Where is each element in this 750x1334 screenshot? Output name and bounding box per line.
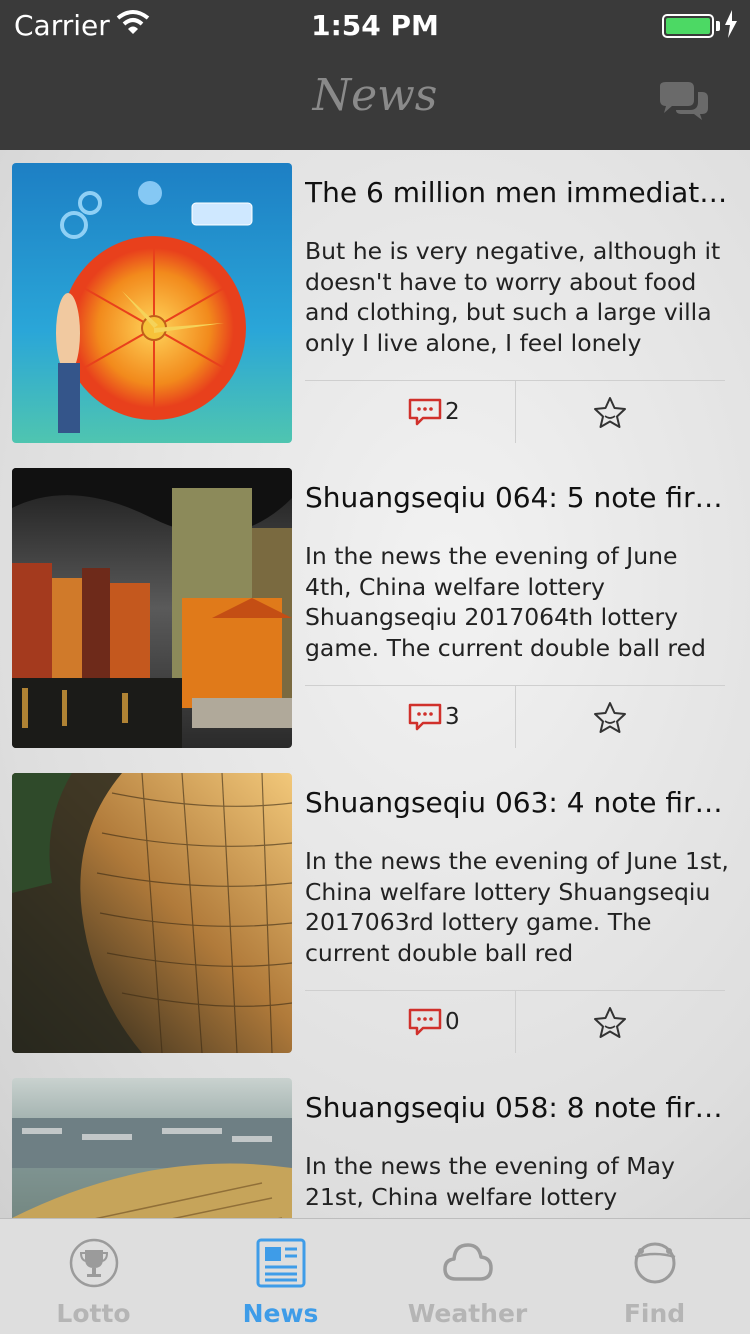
news-actions: 2 xyxy=(305,380,725,443)
news-item[interactable]: The 6 million men immediately But he is … xyxy=(0,150,750,455)
page-title: News xyxy=(312,70,438,121)
comment-count: 3 xyxy=(445,704,460,730)
top-bar: Carrier 1:54 PM News xyxy=(0,0,750,150)
tab-label: Lotto xyxy=(56,1299,131,1328)
star-icon[interactable] xyxy=(591,1005,629,1041)
news-title[interactable]: Shuangseqiu 058: 8 note first prize xyxy=(305,1091,730,1124)
status-bar: Carrier 1:54 PM xyxy=(0,0,750,50)
charging-icon xyxy=(725,10,737,38)
action-divider xyxy=(515,991,516,1053)
news-item[interactable]: Shuangseqiu 058: 8 note first prize In t… xyxy=(0,1065,750,1218)
river-town-image xyxy=(12,468,292,748)
comment-count: 2 xyxy=(445,399,460,425)
tab-lotto[interactable]: Lotto xyxy=(0,1219,187,1334)
action-divider xyxy=(515,686,516,748)
comment-button[interactable]: 3 xyxy=(407,702,460,732)
newspaper-icon xyxy=(256,1238,306,1288)
news-thumbnail[interactable] xyxy=(12,773,292,1053)
news-thumbnail[interactable] xyxy=(12,468,292,748)
tab-label: Weather xyxy=(407,1299,528,1328)
tab-news[interactable]: News xyxy=(187,1219,374,1334)
news-item[interactable]: Shuangseqiu 064: 5 note first prize In t… xyxy=(0,455,750,760)
comment-icon xyxy=(408,398,442,426)
news-list[interactable]: The 6 million men immediately But he is … xyxy=(0,150,750,1218)
news-thumbnail[interactable] xyxy=(12,1078,292,1218)
comment-icon xyxy=(408,1008,442,1036)
star-icon[interactable] xyxy=(591,395,629,431)
chat-bubbles-icon[interactable] xyxy=(656,80,712,122)
news-item[interactable]: Shuangseqiu 063: 4 note first prize In t… xyxy=(0,760,750,1065)
golden-tiles-image xyxy=(12,773,292,1053)
news-description: But he is very negative, although it doe… xyxy=(305,237,721,357)
news-description: In the news the evening of June 1st, Chi… xyxy=(305,847,729,967)
news-title[interactable]: The 6 million men immediately xyxy=(305,176,730,209)
news-title[interactable]: Shuangseqiu 064: 5 note first prize xyxy=(305,481,730,514)
comment-icon xyxy=(408,703,442,731)
news-description: In the news the evening of May 21st, Chi… xyxy=(305,1152,675,1211)
tab-bar: Lotto News Weather Find xyxy=(0,1218,750,1334)
planet-icon xyxy=(634,1242,676,1284)
news-actions: 3 xyxy=(305,685,725,748)
stadium-aerial-image xyxy=(12,1078,292,1218)
status-time: 1:54 PM xyxy=(311,9,439,42)
cloud-icon xyxy=(443,1243,493,1281)
news-actions: 0 xyxy=(305,990,725,1053)
news-thumbnail[interactable] xyxy=(12,163,292,443)
tab-label: News xyxy=(242,1299,319,1328)
star-icon[interactable] xyxy=(591,700,629,736)
battery-icon xyxy=(662,14,714,38)
news-description: In the news the evening of June 4th, Chi… xyxy=(305,542,706,662)
trophy-icon xyxy=(69,1238,119,1288)
comment-button[interactable]: 0 xyxy=(407,1007,460,1037)
comment-count: 0 xyxy=(445,1009,460,1035)
tab-find[interactable]: Find xyxy=(561,1219,748,1334)
lucky-wheel-image xyxy=(12,163,292,443)
tab-weather[interactable]: Weather xyxy=(374,1219,561,1334)
tab-label: Find xyxy=(623,1299,686,1328)
battery-tip xyxy=(716,21,720,31)
news-title[interactable]: Shuangseqiu 063: 4 note first prize xyxy=(305,786,730,819)
comment-button[interactable]: 2 xyxy=(407,397,460,427)
action-divider xyxy=(515,381,516,443)
